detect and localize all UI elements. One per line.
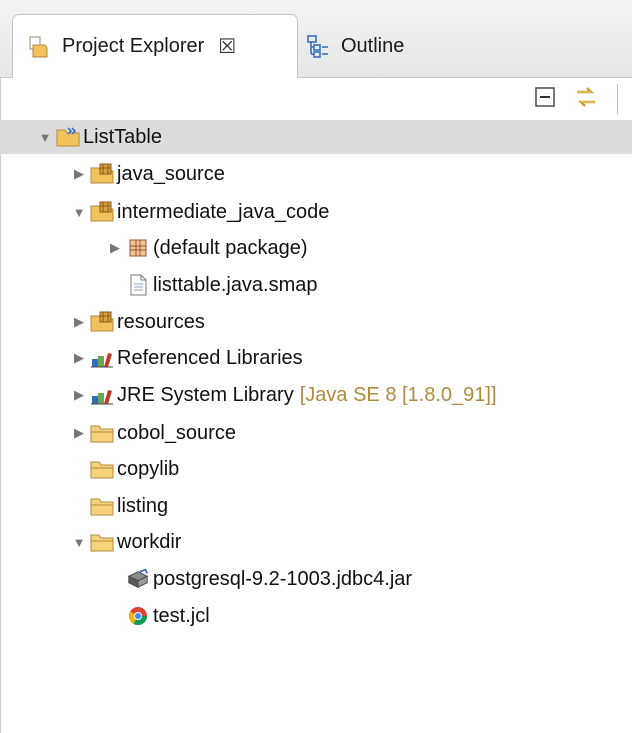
tab-project-explorer[interactable]: Project Explorer ☒ bbox=[12, 14, 298, 78]
chevron-down-icon[interactable]: ▼ bbox=[72, 205, 86, 220]
tree-item-label: cobol_source bbox=[117, 421, 236, 444]
chevron-down-icon[interactable]: ▼ bbox=[38, 130, 52, 145]
browser-file-icon bbox=[126, 605, 150, 627]
tab-label: Outline bbox=[341, 34, 405, 57]
package-icon bbox=[126, 237, 150, 259]
project-explorer-view: Project Explorer ☒ Outline ▼ ListTable ▶… bbox=[0, 0, 632, 733]
chevron-right-icon[interactable]: ▶ bbox=[72, 425, 86, 440]
source-folder-icon bbox=[90, 163, 114, 185]
source-folder-icon bbox=[90, 311, 114, 333]
tree-item-label: test.jcl bbox=[153, 604, 210, 627]
tree-item-referenced-libraries[interactable]: ▶ Referenced Libraries bbox=[72, 341, 303, 375]
tree-item-label: JRE System Library bbox=[117, 383, 294, 406]
tree-item-label: resources bbox=[117, 310, 205, 333]
view-tab-bar: Project Explorer ☒ Outline bbox=[0, 0, 632, 78]
tab-outline[interactable]: Outline bbox=[306, 14, 466, 78]
link-with-editor-icon[interactable] bbox=[573, 84, 599, 115]
tree-item-label: Referenced Libraries bbox=[117, 346, 303, 369]
view-toolbar bbox=[533, 82, 618, 116]
source-folder-icon bbox=[90, 201, 114, 223]
tree-item-label: java_source bbox=[117, 162, 225, 185]
project-explorer-icon bbox=[27, 36, 51, 58]
close-icon[interactable]: ☒ bbox=[218, 34, 236, 59]
folder-icon bbox=[90, 458, 114, 480]
library-icon bbox=[90, 347, 114, 369]
tab-label: Project Explorer bbox=[62, 35, 205, 57]
tree-item-label: copylib bbox=[117, 457, 180, 480]
outline-icon bbox=[306, 35, 330, 58]
tree-item-jre-system-library[interactable]: ▶ JRE System Library [Java SE 8 [1.8.0_9… bbox=[72, 378, 497, 412]
tree-item-cobol-source[interactable]: ▶ cobol_source bbox=[72, 416, 236, 450]
tree-item-resources[interactable]: ▶ resources bbox=[72, 305, 205, 339]
text-file-icon bbox=[126, 274, 150, 296]
folder-icon bbox=[90, 422, 114, 444]
chevron-right-icon[interactable]: ▶ bbox=[108, 240, 122, 255]
tree-item-intermediate-java-code[interactable]: ▼ intermediate_java_code bbox=[72, 195, 330, 229]
tree-item-test-jcl[interactable]: test.jcl bbox=[126, 599, 210, 633]
folder-icon bbox=[90, 495, 114, 517]
folder-icon bbox=[90, 531, 114, 553]
project-folder-icon bbox=[56, 126, 80, 148]
tree-item-java-source[interactable]: ▶ java_source bbox=[72, 157, 225, 191]
chevron-right-icon[interactable]: ▶ bbox=[72, 350, 86, 365]
jar-file-icon bbox=[126, 568, 150, 590]
collapse-all-icon[interactable] bbox=[533, 85, 557, 114]
tree-item-label: (default package) bbox=[153, 236, 308, 259]
tree-item-label: listing bbox=[117, 494, 169, 517]
toolbar-separator bbox=[617, 84, 618, 114]
view-left-border bbox=[0, 78, 1, 733]
tree-item-label: workdir bbox=[117, 530, 182, 553]
tree-item-decoration: [Java SE 8 [1.8.0_91]] bbox=[299, 383, 497, 406]
tree-item-listtable[interactable]: ▼ ListTable bbox=[0, 120, 632, 154]
tree-item-label: ListTable bbox=[83, 125, 162, 148]
tree-item-default-package[interactable]: ▶ (default package) bbox=[108, 231, 308, 265]
tree-item-workdir[interactable]: ▼ workdir bbox=[72, 525, 182, 559]
chevron-right-icon[interactable]: ▶ bbox=[72, 166, 86, 181]
tree-item-label: postgresql-9.2-1003.jdbc4.jar bbox=[153, 567, 413, 590]
chevron-right-icon[interactable]: ▶ bbox=[72, 387, 86, 402]
tree-item-label: listtable.java.smap bbox=[153, 273, 318, 296]
tree-item-listing[interactable]: listing bbox=[90, 489, 168, 523]
tree-item-label: intermediate_java_code bbox=[117, 200, 330, 223]
tree-item-listtable-java-smap[interactable]: listtable.java.smap bbox=[126, 268, 318, 302]
tree-item-copylib[interactable]: copylib bbox=[90, 452, 179, 486]
chevron-right-icon[interactable]: ▶ bbox=[72, 314, 86, 329]
tree-item-postgresql-jar[interactable]: postgresql-9.2-1003.jdbc4.jar bbox=[126, 562, 412, 596]
library-icon bbox=[90, 384, 114, 406]
chevron-down-icon[interactable]: ▼ bbox=[72, 535, 86, 550]
